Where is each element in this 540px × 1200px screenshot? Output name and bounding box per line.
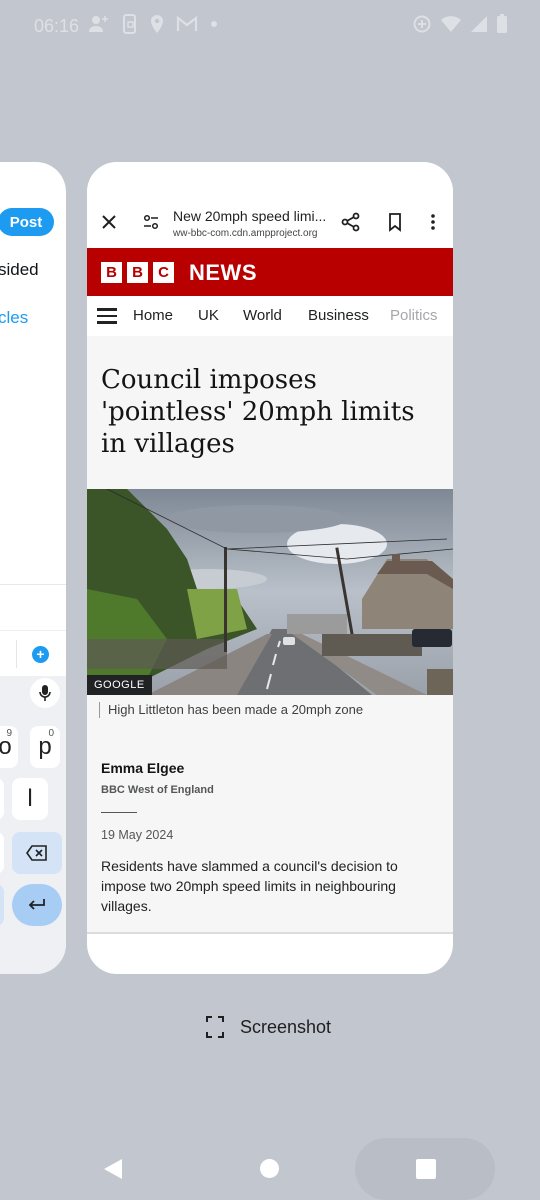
screenshot-icon (206, 1016, 224, 1038)
more-options-icon[interactable] (423, 212, 443, 232)
divider (0, 584, 66, 585)
close-icon[interactable] (99, 212, 119, 232)
data-saver-icon (413, 15, 431, 33)
backspace-key[interactable] (12, 832, 62, 874)
status-time: 06:16 (34, 16, 80, 36)
divider (87, 932, 453, 934)
article-headline: Council imposes 'pointless' 20mph limits… (101, 365, 415, 459)
toolbar-separator (16, 640, 17, 668)
key-k[interactable] (0, 778, 4, 820)
page-info-icon[interactable] (141, 212, 161, 232)
battery-icon (497, 14, 507, 33)
dot-icon (211, 21, 217, 27)
bbc-news-header: B B C NEWS (87, 248, 453, 296)
key-o[interactable]: o9 (0, 726, 18, 768)
menu-icon[interactable] (97, 308, 117, 324)
nav-item-politics[interactable]: Politics (390, 307, 438, 324)
system-navigation-bar (0, 1130, 540, 1200)
article: Council imposes 'pointless' 20mph limits… (87, 336, 453, 932)
article-photo: GOOGLE (87, 489, 453, 695)
share-icon[interactable] (341, 212, 361, 232)
keyboard (0, 676, 66, 974)
key-l-label: l (27, 785, 33, 812)
mic-icon (39, 685, 51, 701)
key-p-alt: 0 (48, 728, 54, 739)
recent-app-card-browser[interactable]: New 20mph speed limi... ww-bbc-com.cdn.a… (87, 162, 453, 974)
home-icon[interactable] (260, 1159, 279, 1178)
nav-item-uk[interactable]: UK (198, 307, 219, 324)
link-fragment[interactable]: cles (0, 308, 28, 328)
mic-button[interactable] (30, 678, 60, 708)
street-photo-image (87, 489, 453, 695)
bbc-logo-block-b1[interactable]: B (101, 262, 122, 283)
location-icon (151, 15, 163, 33)
nav-item-home[interactable]: Home (133, 307, 173, 324)
author-name: Emma Elgee (101, 760, 185, 776)
key-m[interactable] (0, 832, 4, 874)
article-summary: Residents have slammed a council's decis… (101, 858, 398, 914)
back-icon[interactable] (102, 1158, 124, 1180)
nav-item-business[interactable]: Business (308, 307, 369, 324)
bbc-logo-block-c[interactable]: C (153, 262, 174, 283)
key-l[interactable]: l (12, 778, 48, 820)
key-period[interactable] (0, 884, 4, 926)
recents-icon[interactable] (416, 1159, 436, 1179)
bbc-logo-block-b2[interactable]: B (127, 262, 148, 283)
byline-divider (101, 812, 137, 813)
bbc-nav-bar: Home UK World Business Politics (87, 296, 453, 336)
add-thread-icon[interactable]: + (32, 646, 49, 663)
phone-sync-icon (123, 14, 136, 34)
bookmark-icon[interactable] (385, 212, 405, 232)
key-o-alt: 9 (6, 728, 12, 739)
post-button[interactable]: Post (0, 208, 54, 236)
enter-icon (28, 899, 45, 910)
article-date: 19 May 2024 (101, 828, 174, 842)
screenshot-button[interactable]: Screenshot (206, 1016, 331, 1038)
wifi-icon (441, 16, 461, 32)
photo-caption: High Littleton has been made a 20mph zon… (99, 702, 363, 718)
key-p[interactable]: p0 (30, 726, 60, 768)
screenshot-label: Screenshot (240, 1016, 332, 1037)
enter-key[interactable] (12, 884, 62, 926)
recent-app-card-previous[interactable]: Post sided cles + o9 p0 l (0, 162, 66, 974)
signal-icon (471, 16, 487, 32)
photo-credit: GOOGLE (87, 675, 152, 695)
person-add-icon (89, 16, 108, 32)
nav-item-world[interactable]: World (243, 307, 282, 324)
page-title: New 20mph speed limi... (173, 208, 327, 224)
bbc-news-wordmark[interactable]: NEWS (189, 260, 257, 286)
status-bar: 06:16 (0, 0, 540, 52)
author-organisation: BBC West of England (101, 784, 214, 796)
text-fragment: sided (0, 260, 39, 279)
gmail-icon (176, 15, 198, 31)
custom-tab-toolbar: New 20mph speed limi... ww-bbc-com.cdn.a… (87, 162, 453, 248)
backspace-icon (26, 845, 47, 861)
page-url: ww-bbc-com.cdn.ampproject.org (173, 228, 318, 239)
